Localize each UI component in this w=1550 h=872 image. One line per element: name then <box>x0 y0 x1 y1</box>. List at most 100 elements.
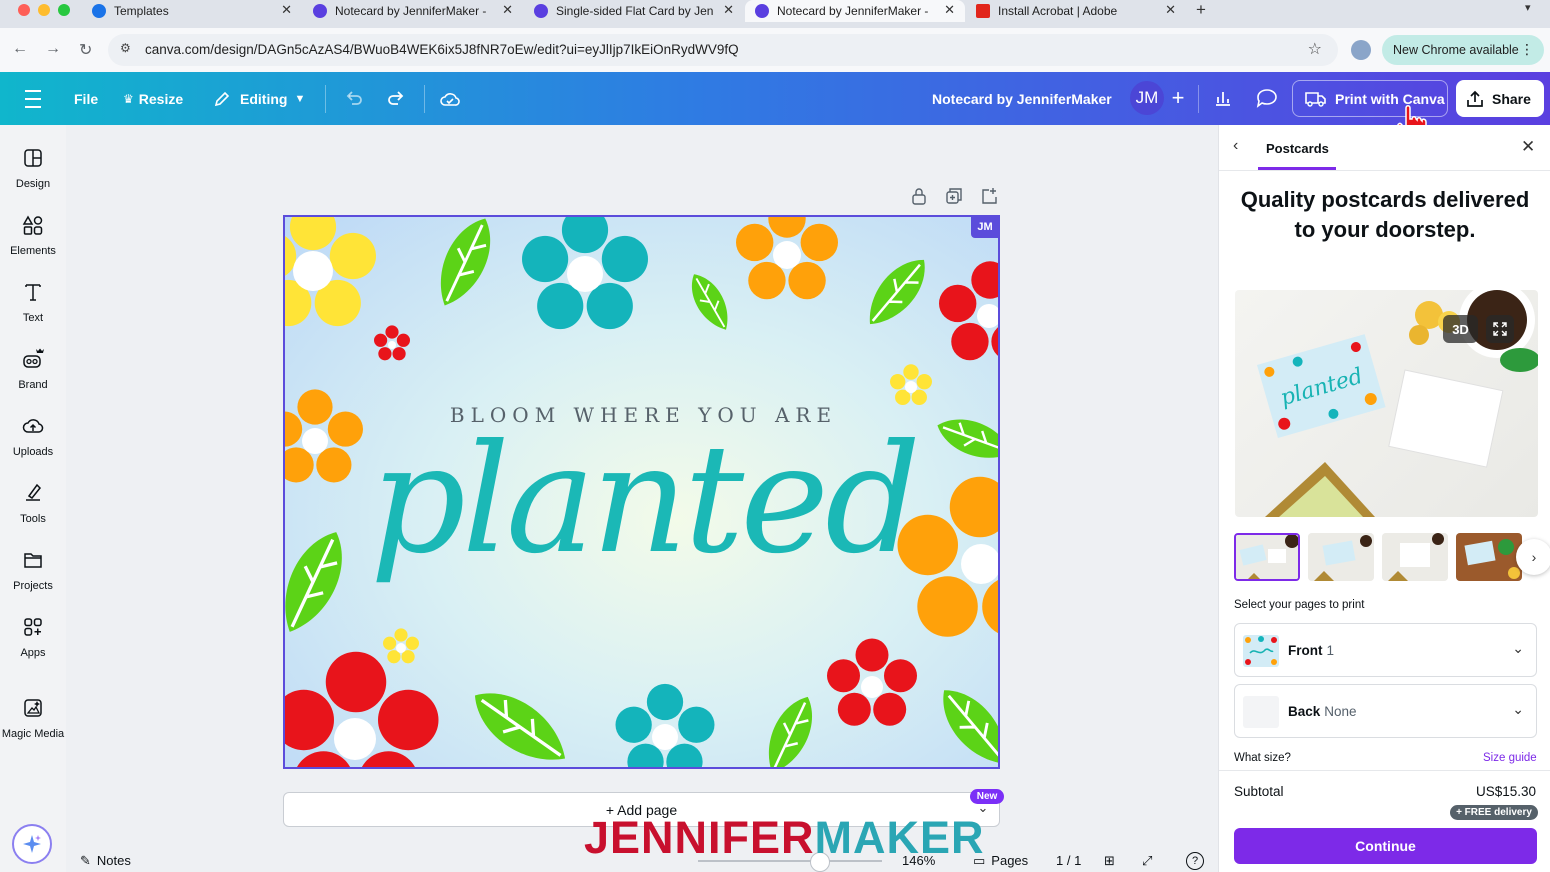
fullscreen-icon[interactable]: ⤢ <box>1142 853 1152 869</box>
sidebar-item-label: Elements <box>10 245 56 257</box>
site-settings-icon[interactable]: ⚙ <box>120 41 131 55</box>
browser-tab[interactable]: Install Acrobat | Adobe ✕ <box>976 0 1176 22</box>
tab-close-icon[interactable]: ✕ <box>281 2 292 18</box>
notes-button[interactable]: ✎ Notes <box>80 853 131 869</box>
sidebar-item-magic-media[interactable]: Magic Media <box>0 697 66 757</box>
divider <box>424 85 425 113</box>
back-page-thumbnail <box>1243 696 1279 728</box>
panel-headline: Quality postcards delivered to your door… <box>1240 187 1530 242</box>
sidebar-item-apps[interactable]: Apps <box>0 616 66 676</box>
back-page-dropdown[interactable]: Back None ⌄ <box>1234 684 1537 738</box>
continue-button[interactable]: Continue <box>1234 828 1537 864</box>
browser-tab[interactable]: Notecard by JenniferMaker - ✕ <box>313 0 513 22</box>
editor-header: File ♛ Resize Editing ▼ Notecard by Jenn… <box>0 72 1550 125</box>
url-text[interactable]: canva.com/design/DAGn5cAzAS4/BWuoB4WEK6i… <box>145 42 739 57</box>
expand-icon[interactable] <box>1486 315 1514 343</box>
sidebar-item-label: Uploads <box>12 446 54 458</box>
view-3d-button[interactable]: 3D <box>1443 315 1478 343</box>
document-title[interactable]: Notecard by JenniferMaker <box>932 72 1112 125</box>
front-page-dropdown[interactable]: Front 1 ⌄ <box>1234 623 1537 677</box>
resize-button[interactable]: ♛ Resize <box>123 72 183 125</box>
add-collaborator-icon[interactable]: + <box>1163 81 1193 115</box>
watermark-part-2: MAKER <box>814 812 985 863</box>
kebab-menu-icon[interactable]: ⋮ <box>1520 41 1534 58</box>
design-main-script-text[interactable]: planted <box>285 413 998 587</box>
tab-postcards[interactable]: Postcards <box>1266 141 1329 156</box>
file-menu-button[interactable]: File <box>74 72 98 125</box>
add-page-icon[interactable] <box>980 187 998 205</box>
sidebar-item-elements[interactable]: Elements <box>0 214 66 274</box>
sidebar-item-brand[interactable]: Brand <box>0 348 66 408</box>
share-button[interactable]: Share <box>1456 80 1544 117</box>
comments-button[interactable] <box>1248 80 1286 116</box>
grid-view-icon[interactable]: ⊞ <box>1104 853 1115 869</box>
minimize-window-dot[interactable] <box>38 4 50 16</box>
sidebar-item-text[interactable]: Text <box>0 281 66 341</box>
editing-mode-dropdown[interactable]: Editing ▼ <box>213 72 305 125</box>
maximize-window-dot[interactable] <box>58 4 70 16</box>
back-chevron-icon[interactable]: ‹ <box>1233 137 1238 155</box>
profile-avatar[interactable] <box>1351 40 1371 60</box>
tab-close-icon[interactable]: ✕ <box>723 2 734 18</box>
browser-tab-active[interactable]: Notecard by JenniferMaker - ✕ <box>745 0 965 22</box>
size-question: What size? <box>1234 752 1291 764</box>
back-arrow-icon[interactable]: ← <box>12 40 28 58</box>
sidebar-item-projects[interactable]: Projects <box>0 549 66 609</box>
truck-icon <box>1305 91 1326 107</box>
mockup-thumbnail[interactable] <box>1234 533 1300 581</box>
tab-favicon-icon <box>534 4 548 18</box>
redo-icon <box>388 90 404 105</box>
divider <box>1219 770 1550 771</box>
mockup-thumbnail[interactable] <box>1308 533 1374 581</box>
chrome-update-button[interactable]: New Chrome available ⋮ <box>1382 35 1544 65</box>
tab-close-icon[interactable]: ✕ <box>502 2 513 18</box>
sidebar-item-label: Brand <box>18 379 48 391</box>
bookmark-star-icon[interactable]: ☆ <box>1308 39 1322 59</box>
undo-button[interactable] <box>344 72 364 125</box>
tab-search-chevron-icon[interactable]: ▾ <box>1525 1 1531 14</box>
sidebar-item-tools[interactable]: Tools <box>0 482 66 542</box>
forward-arrow-icon[interactable]: → <box>45 40 61 58</box>
tab-favicon-icon <box>976 4 990 18</box>
insights-button[interactable] <box>1204 80 1242 116</box>
mockup-thumbnail[interactable] <box>1456 533 1522 581</box>
tab-title: Install Acrobat | Adobe <box>998 4 1118 18</box>
tab-title: Single-sided Flat Card by Jen <box>556 4 714 18</box>
upload-cloud-icon <box>22 419 44 433</box>
editing-label: Editing <box>240 90 288 107</box>
subtotal-label: Subtotal <box>1234 784 1284 799</box>
size-guide-link[interactable]: Size guide <box>1483 752 1537 764</box>
tab-close-icon[interactable]: ✕ <box>944 2 955 18</box>
save-status-button[interactable] <box>439 72 461 125</box>
crown-icon: ♛ <box>123 91 134 106</box>
collaborator-avatar[interactable]: JM <box>1130 81 1164 115</box>
notes-icon: ✎ <box>80 853 91 868</box>
address-bar[interactable]: ⚙ canva.com/design/DAGn5cAzAS4/BWuoB4WEK… <box>108 34 1338 66</box>
sidebar-item-label: Projects <box>13 580 53 592</box>
duplicate-page-icon[interactable] <box>945 187 963 205</box>
chevron-right-icon[interactable]: › <box>1516 539 1550 575</box>
help-button[interactable]: ? <box>1186 852 1204 870</box>
left-sidebar: Design Elements Text Brand Uploads Tools… <box>0 125 66 872</box>
chevron-down-icon: ⌄ <box>1512 701 1524 717</box>
resize-label: Resize <box>138 90 184 107</box>
main-menu-icon[interactable] <box>25 72 41 125</box>
lock-icon[interactable] <box>910 187 928 205</box>
new-tab-button[interactable]: + <box>1196 0 1206 20</box>
reload-icon[interactable]: ↻ <box>79 40 92 60</box>
upload-icon <box>1467 90 1483 107</box>
canva-assistant-button[interactable] <box>12 824 52 864</box>
redo-button[interactable] <box>386 72 406 125</box>
tab-title: Notecard by JenniferMaker - <box>335 4 487 18</box>
close-window-dot[interactable] <box>18 4 30 16</box>
close-icon[interactable]: ✕ <box>1521 137 1535 157</box>
divider <box>1198 85 1199 113</box>
tab-close-icon[interactable]: ✕ <box>1165 2 1176 18</box>
notes-label: Notes <box>96 853 131 868</box>
browser-tab[interactable]: Single-sided Flat Card by Jen ✕ <box>534 0 734 22</box>
browser-tab[interactable]: Templates ✕ <box>92 0 292 22</box>
design-page[interactable]: BLOOM WHERE YOU ARE planted <box>283 215 1000 769</box>
sidebar-item-uploads[interactable]: Uploads <box>0 415 66 475</box>
sidebar-item-design[interactable]: Design <box>0 147 66 207</box>
mockup-thumbnail[interactable] <box>1382 533 1448 581</box>
